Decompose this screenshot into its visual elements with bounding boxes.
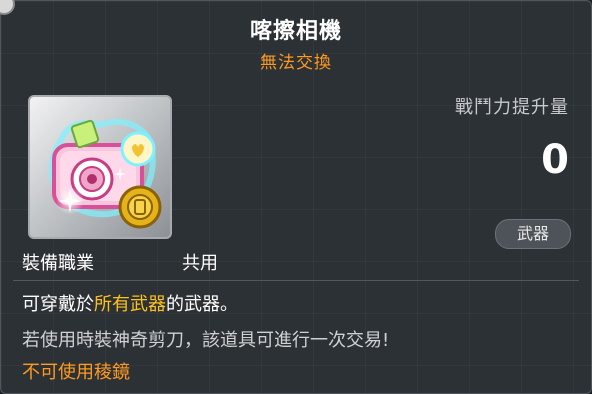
description-highlight: 所有武器 (94, 294, 166, 315)
job-label: 裝備職業 (22, 253, 94, 274)
job-value: 共用 (182, 253, 218, 274)
item-name: 喀擦相機 (249, 19, 342, 44)
item-icon-frame (28, 95, 172, 239)
description-line-3: 不可使用稜鏡 (22, 362, 130, 383)
section-divider (13, 280, 579, 281)
trade-status: 無法交換 (260, 53, 332, 73)
description-line-1: 可穿戴於所有武器的武器。 (22, 290, 238, 316)
description-prefix: 可穿戴於 (22, 294, 94, 315)
description-line-2: 若使用時裝神奇剪刀，該道具可進行一次交易! (22, 330, 390, 351)
pink-camera-icon (48, 119, 162, 229)
category-badge: 武器 (495, 219, 571, 249)
item-tooltip: 喀擦相機 無法交換 戰鬥力提升量 0 武器 裝備職業 共用 可穿戴於所有武器的武… (0, 0, 592, 394)
power-increase-label: 戰鬥力提升量 (455, 97, 569, 118)
description-suffix: 的武器。 (166, 294, 238, 315)
power-increase-value: 0 (541, 137, 569, 183)
